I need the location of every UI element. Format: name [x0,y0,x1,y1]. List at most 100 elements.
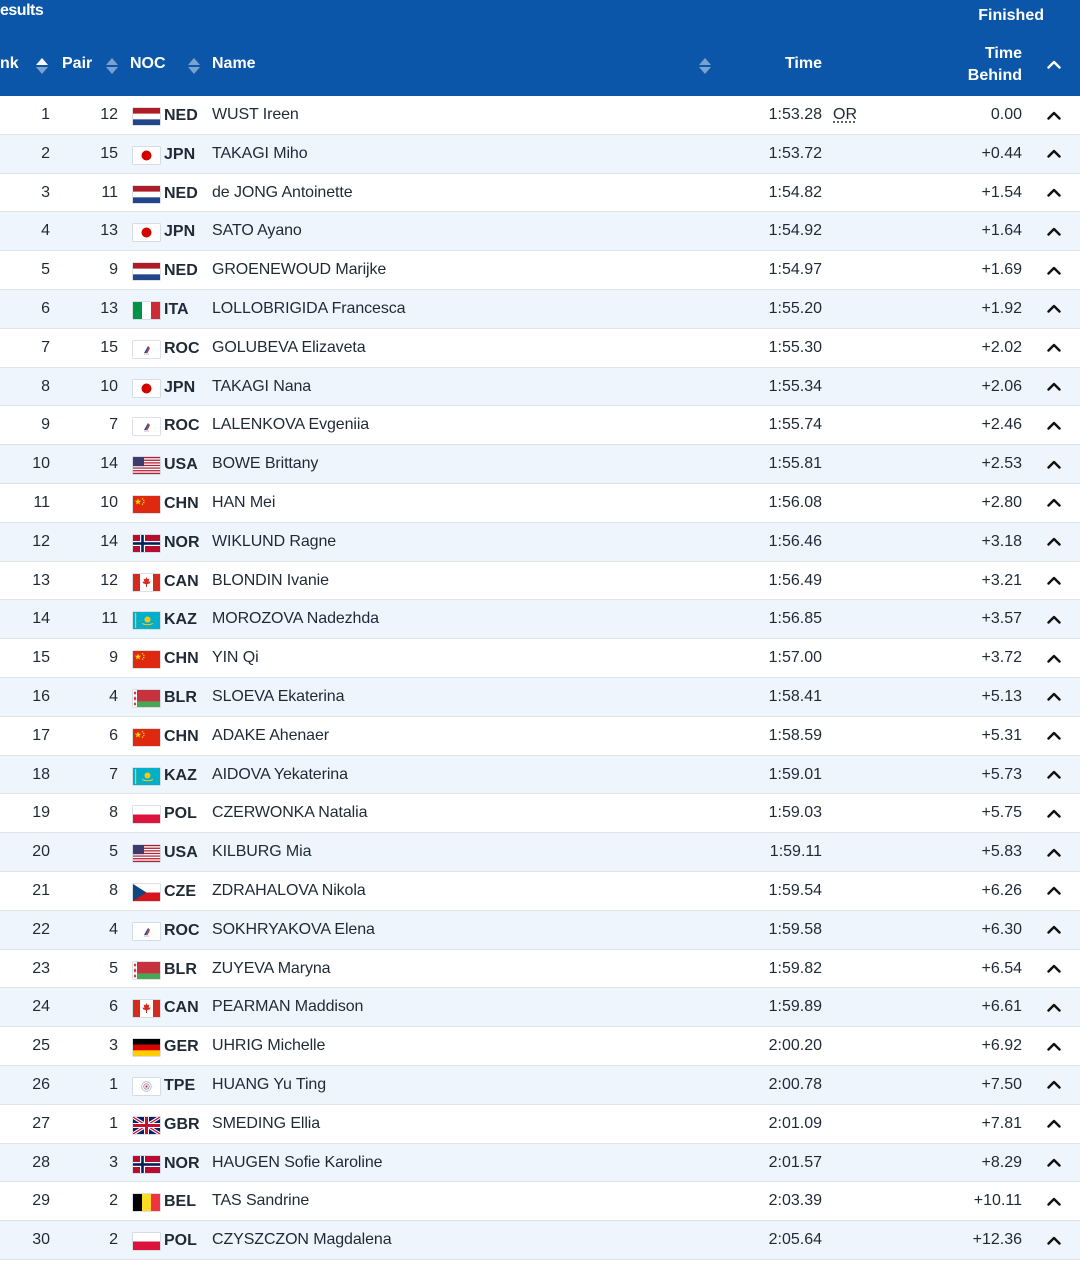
expand-row-chevron-icon[interactable] [1044,922,1064,938]
athlete-name[interactable]: TAKAGI Miho [212,135,308,174]
table-row[interactable]: 24 6 CAN PEARMAN Maddison 1:59.89 +6.61 [0,988,1080,1027]
expand-row-chevron-icon[interactable] [1044,417,1064,433]
table-row[interactable]: 23 5 BLR ZUYEVA Maryna 1:59.82 +6.54 [0,950,1080,989]
table-row[interactable]: 13 12 CAN BLONDIN Ivanie 1:56.49 +3.21 [0,562,1080,601]
column-header-time[interactable]: Time [760,55,822,73]
column-header-rank[interactable]: nk [0,55,19,73]
table-row[interactable]: 12 14 NOR WIKLUND Ragne 1:56.46 +3.18 [0,523,1080,562]
sort-icon[interactable] [188,57,200,75]
athlete-name[interactable]: SOKHRYAKOVA Elena [212,911,375,950]
expand-row-chevron-icon[interactable] [1044,573,1064,589]
table-row[interactable]: 4 13 JPN SATO Ayano 1:54.92 +1.64 [0,212,1080,251]
athlete-name[interactable]: YIN Qi [212,639,259,678]
athlete-name[interactable]: de JONG Antoinette [212,174,353,213]
expand-row-chevron-icon[interactable] [1044,1193,1064,1209]
table-row[interactable]: 8 10 JPN TAKAGI Nana 1:55.34 +2.06 [0,368,1080,407]
table-row[interactable]: 2 15 JPN TAKAGI Miho 1:53.72 +0.44 [0,135,1080,174]
athlete-name[interactable]: MOROZOVA Nadezhda [212,600,379,639]
table-row[interactable]: 16 4 BLR SLOEVA Ekaterina 1:58.41 +5.13 [0,678,1080,717]
table-row[interactable]: 10 14 USA BOWE Brittany 1:55.81 +2.53 [0,445,1080,484]
table-row[interactable]: 21 8 CZE ZDRAHALOVA Nikola 1:59.54 +6.26 [0,872,1080,911]
table-row[interactable]: 26 1 TPE HUANG Yu Ting 2:00.78 +7.50 [0,1066,1080,1105]
column-header-noc[interactable]: NOC [130,55,166,73]
table-row[interactable]: 18 7 KAZ AIDOVA Yekaterina 1:59.01 +5.73 [0,756,1080,795]
expand-row-chevron-icon[interactable] [1044,1232,1064,1248]
expand-row-chevron-icon[interactable] [1044,534,1064,550]
collapse-all-chevron-icon[interactable] [1044,56,1064,72]
expand-row-chevron-icon[interactable] [1044,456,1064,472]
expand-row-chevron-icon[interactable] [1044,650,1064,666]
expand-row-chevron-icon[interactable] [1044,1077,1064,1093]
table-row[interactable]: 3 11 NED de JONG Antoinette 1:54.82 +1.54 [0,174,1080,213]
expand-row-chevron-icon[interactable] [1044,689,1064,705]
expand-row-chevron-icon[interactable] [1044,301,1064,317]
athlete-name[interactable]: WUST Ireen [212,96,299,135]
expand-row-chevron-icon[interactable] [1044,767,1064,783]
expand-row-chevron-icon[interactable] [1044,107,1064,123]
table-row[interactable]: 29 2 BEL TAS Sandrine 2:03.39 +10.11 [0,1182,1080,1221]
table-row[interactable]: 14 11 KAZ MOROZOVA Nadezhda 1:56.85 +3.57 [0,600,1080,639]
expand-row-chevron-icon[interactable] [1044,1038,1064,1054]
athlete-name[interactable]: LALENKOVA Evgeniia [212,406,369,445]
athlete-name[interactable]: KILBURG Mia [212,833,311,872]
sort-icon[interactable] [36,57,48,75]
table-row[interactable]: 28 3 NOR HAUGEN Sofie Karoline 2:01.57 +8.29 [0,1144,1080,1183]
table-row[interactable]: 7 15 ROC GOLUBEVA Elizaveta 1:55.30 +2.02 [0,329,1080,368]
athlete-name[interactable]: LOLLOBRIGIDA Francesca [212,290,405,329]
athlete-name[interactable]: UHRIG Michelle [212,1027,325,1066]
table-row[interactable]: 15 9 CHN YIN Qi 1:57.00 +3.72 [0,639,1080,678]
expand-row-chevron-icon[interactable] [1044,262,1064,278]
column-header-name[interactable]: Name [212,55,256,73]
athlete-name[interactable]: GROENEWOUD Marijke [212,251,386,290]
athlete-name[interactable]: BLONDIN Ivanie [212,562,329,601]
table-row[interactable]: 30 2 POL CZYSZCZON Magdalena 2:05.64 +12.36 [0,1221,1080,1260]
sort-icon[interactable] [699,57,711,75]
table-row[interactable]: 1 12 NED WUST Ireen 1:53.28 OR 0.00 [0,96,1080,135]
expand-row-chevron-icon[interactable] [1044,961,1064,977]
athlete-name[interactable]: HAN Mei [212,484,275,523]
column-header-pair[interactable]: Pair [62,55,92,73]
athlete-name[interactable]: SATO Ayano [212,212,302,251]
table-row[interactable]: 5 9 NED GROENEWOUD Marijke 1:54.97 +1.69 [0,251,1080,290]
athlete-name[interactable]: BOWE Brittany [212,445,318,484]
expand-row-chevron-icon[interactable] [1044,223,1064,239]
expand-row-chevron-icon[interactable] [1044,185,1064,201]
table-row[interactable]: 11 10 CHN HAN Mei 1:56.08 +2.80 [0,484,1080,523]
athlete-name[interactable]: SLOEVA Ekaterina [212,678,344,717]
expand-row-chevron-icon[interactable] [1044,495,1064,511]
athlete-name[interactable]: GOLUBEVA Elizaveta [212,329,366,368]
column-header-time-behind[interactable]: Time Behind [940,43,1022,87]
table-row[interactable]: 22 4 ROC SOKHRYAKOVA Elena 1:59.58 +6.30 [0,911,1080,950]
athlete-name[interactable]: TAKAGI Nana [212,368,311,407]
expand-row-chevron-icon[interactable] [1044,340,1064,356]
expand-row-chevron-icon[interactable] [1044,999,1064,1015]
expand-row-chevron-icon[interactable] [1044,805,1064,821]
expand-row-chevron-icon[interactable] [1044,1155,1064,1171]
athlete-name[interactable]: CZYSZCZON Magdalena [212,1221,392,1260]
athlete-name[interactable]: WIKLUND Ragne [212,523,336,562]
expand-row-chevron-icon[interactable] [1044,883,1064,899]
athlete-name[interactable]: ZDRAHALOVA Nikola [212,872,366,911]
expand-row-chevron-icon[interactable] [1044,1116,1064,1132]
record-badge[interactable]: OR [833,96,857,135]
table-row[interactable]: 27 1 GBR SMEDING Ellia 2:01.09 +7.81 [0,1105,1080,1144]
athlete-name[interactable]: PEARMAN Maddison [212,988,363,1027]
expand-row-chevron-icon[interactable] [1044,379,1064,395]
athlete-name[interactable]: HAUGEN Sofie Karoline [212,1144,382,1183]
athlete-name[interactable]: CZERWONKA Natalia [212,794,367,833]
athlete-name[interactable]: SMEDING Ellia [212,1105,320,1144]
athlete-name[interactable]: HUANG Yu Ting [212,1066,326,1105]
athlete-name[interactable]: TAS Sandrine [212,1182,309,1221]
expand-row-chevron-icon[interactable] [1044,146,1064,162]
athlete-name[interactable]: AIDOVA Yekaterina [212,756,348,795]
expand-row-chevron-icon[interactable] [1044,728,1064,744]
sort-icon[interactable] [106,57,118,75]
expand-row-chevron-icon[interactable] [1044,611,1064,627]
athlete-name[interactable]: ADAKE Ahenaer [212,717,329,756]
table-row[interactable]: 19 8 POL CZERWONKA Natalia 1:59.03 +5.75 [0,794,1080,833]
expand-row-chevron-icon[interactable] [1044,844,1064,860]
table-row[interactable]: 25 3 GER UHRIG Michelle 2:00.20 +6.92 [0,1027,1080,1066]
table-row[interactable]: 17 6 CHN ADAKE Ahenaer 1:58.59 +5.31 [0,717,1080,756]
table-row[interactable]: 9 7 ROC LALENKOVA Evgeniia 1:55.74 +2.46 [0,406,1080,445]
athlete-name[interactable]: ZUYEVA Maryna [212,950,330,989]
